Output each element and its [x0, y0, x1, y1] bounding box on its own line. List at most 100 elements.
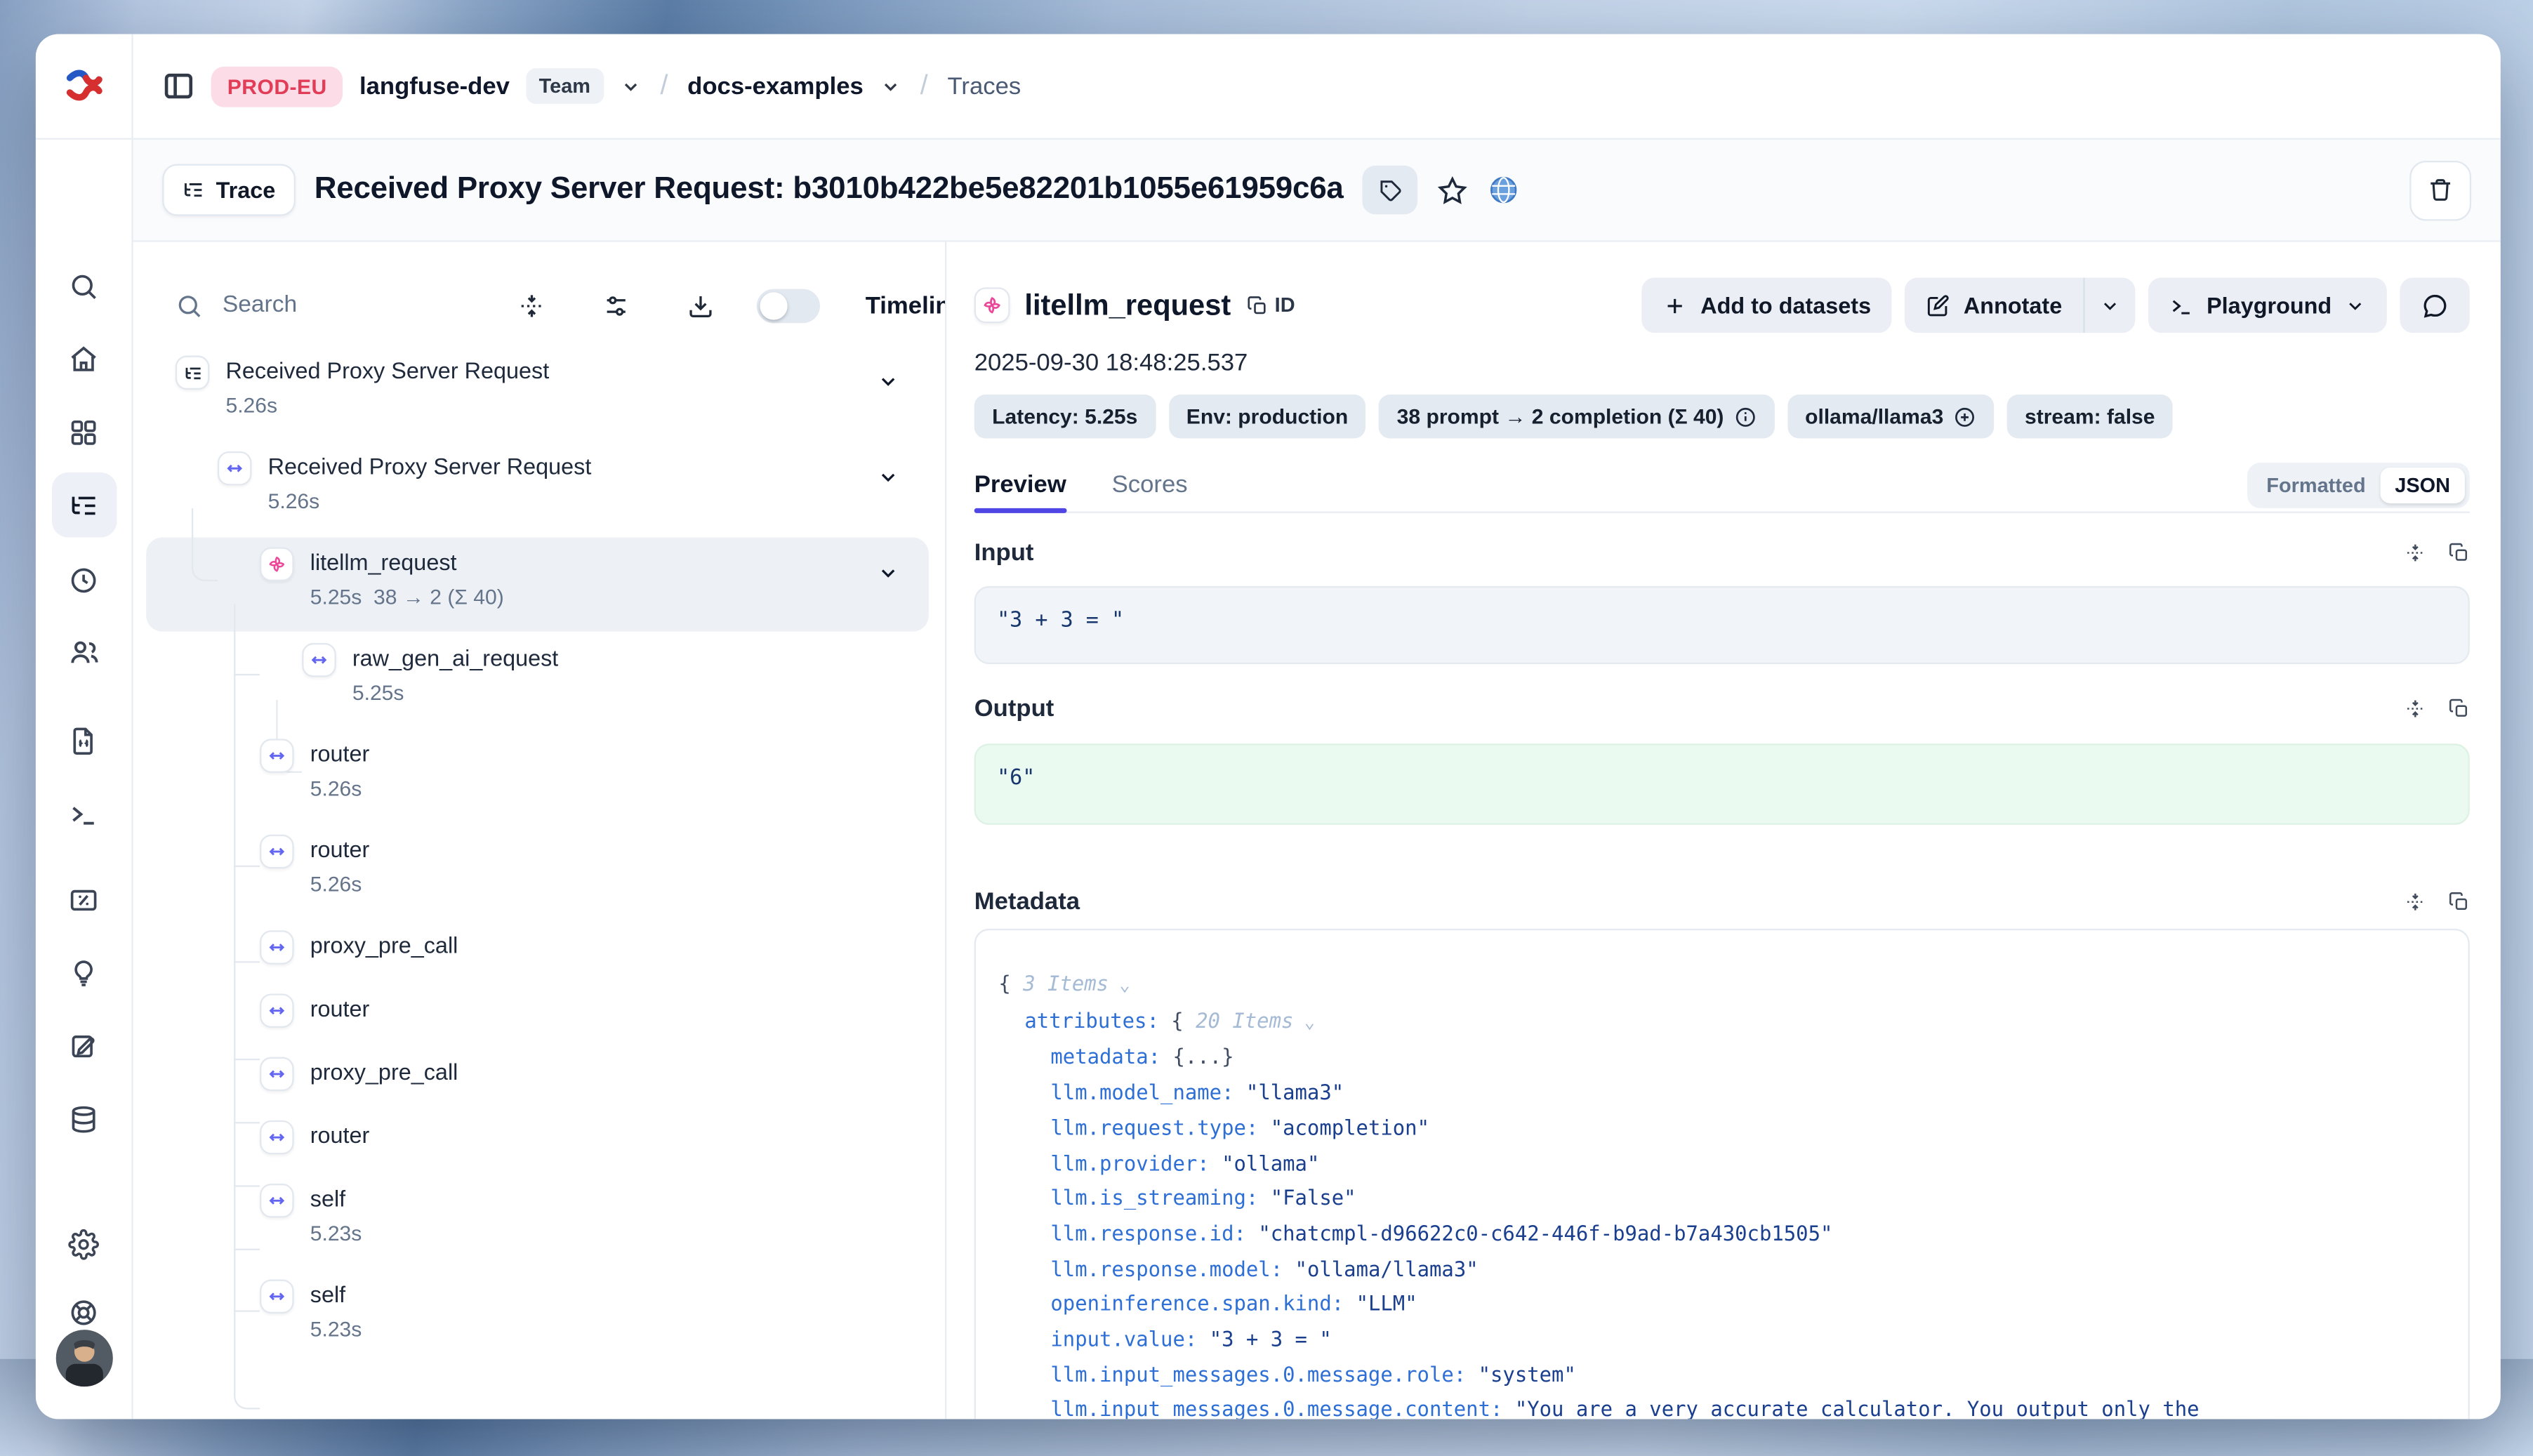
sidebar-item-evaluation[interactable] [51, 867, 117, 932]
collapse-section-icon[interactable] [2405, 697, 2426, 718]
breadcrumb-separator: / [917, 70, 931, 102]
bookmark-star-button[interactable] [1438, 175, 1469, 206]
terminal-icon [2169, 293, 2194, 317]
comments-button[interactable] [2400, 277, 2469, 333]
tree-row[interactable]: Received Proxy Server Request 5.26s [133, 450, 932, 536]
sidebar-item-prompts[interactable] [51, 708, 117, 773]
collapse-section-icon[interactable] [2405, 541, 2426, 562]
tree-row-label: raw_gen_ai_request [352, 644, 558, 670]
add-to-datasets-button[interactable]: Add to datasets [1642, 277, 1892, 333]
sidebar-item-settings[interactable] [51, 1211, 117, 1276]
sidebar-toggle-icon[interactable] [162, 70, 194, 102]
sidebar-item-search[interactable] [51, 253, 117, 319]
sidebar-item-tracing[interactable] [51, 472, 117, 538]
tab-preview[interactable]: Preview [974, 458, 1066, 511]
tree-connector [234, 674, 260, 675]
tree-connector [234, 604, 260, 1409]
tab-scores[interactable]: Scores [1112, 458, 1188, 511]
format-toggle-formatted[interactable]: Formatted [2251, 467, 2380, 503]
sidebar-item-suggestions[interactable] [51, 940, 117, 1005]
annotate-dropdown-button[interactable] [2085, 277, 2136, 333]
trace-chip-label: Trace [216, 177, 276, 203]
latency-badge: Latency: 5.25s [974, 395, 1156, 438]
json-line: llm.is_streaming: "False" [998, 1181, 2445, 1216]
playground-button[interactable]: Playground [2148, 277, 2387, 333]
tree-connector [192, 508, 218, 581]
sidebar-item-users[interactable] [51, 620, 117, 685]
span-node-icon [260, 835, 294, 869]
trace-type-chip[interactable]: Trace [162, 164, 295, 216]
sidebar-item-sessions[interactable] [51, 547, 117, 612]
download-icon[interactable] [673, 281, 728, 329]
tree-row[interactable]: Received Proxy Server Request 5.26s [133, 354, 932, 440]
tree-connector [234, 866, 260, 867]
observation-detail-panel: litellm_request ID Add to datasets [946, 242, 2500, 1419]
copy-section-icon[interactable] [2449, 697, 2470, 718]
output-label: Output [974, 694, 1054, 722]
copy-id-label: ID [1275, 294, 1295, 317]
tree-row-label: Received Proxy Server Request [268, 453, 592, 479]
sidebar-item-playground[interactable] [51, 781, 117, 846]
timeline-toggle-label: Timeline [866, 291, 947, 319]
tree-row-label: proxy_pre_call [310, 1059, 458, 1085]
tree-row-label: router [310, 741, 370, 767]
row-collapse-chevron-icon[interactable] [877, 562, 899, 584]
sidebar-item-home[interactable] [51, 326, 117, 392]
row-collapse-chevron-icon[interactable] [877, 466, 899, 489]
tree-row-duration: 5.26s [225, 393, 277, 418]
tree-row-duration: 5.23s [310, 1221, 362, 1245]
comment-bubble-icon [2421, 291, 2448, 319]
observation-timestamp: 2025-09-30 18:48:25.537 [974, 349, 1248, 376]
tree-connector [234, 1058, 260, 1059]
org-type-badge: Team [526, 68, 603, 104]
output-section-header: Output [974, 691, 2470, 724]
generation-node-icon [260, 547, 294, 581]
observation-badges: Latency: 5.25s Env: production 38 prompt… [974, 395, 2470, 438]
tree-row-label: self [310, 1185, 345, 1211]
copy-section-icon[interactable] [2449, 541, 2470, 562]
timeline-toggle[interactable] [757, 289, 820, 323]
list-tree-icon [182, 178, 204, 201]
span-node-icon [260, 1120, 294, 1155]
org-switcher-chevron-icon[interactable] [620, 76, 641, 97]
sidebar-item-datasets[interactable] [51, 1086, 117, 1151]
copy-id-button[interactable]: ID [1247, 294, 1295, 317]
row-collapse-chevron-icon[interactable] [877, 370, 899, 392]
copy-icon [1247, 295, 1268, 316]
json-line[interactable]: attributes: { 20 Items ⌄ [998, 1003, 2445, 1040]
detail-header: litellm_request ID Add to datasets [974, 276, 2470, 334]
tree-row-duration: 5.25s 38 → 2 (Σ 40) [310, 585, 504, 609]
collapse-section-icon[interactable] [2405, 891, 2426, 912]
format-toggle-json[interactable]: JSON [2380, 467, 2464, 503]
public-visibility-button[interactable] [1488, 173, 1520, 206]
tree-search[interactable] [176, 291, 451, 319]
tags-button[interactable] [1363, 166, 1418, 214]
tree-settings-icon[interactable] [588, 281, 643, 329]
span-node-icon [260, 993, 294, 1028]
globe-icon [1488, 173, 1520, 206]
project-name[interactable]: docs-examples [687, 72, 864, 100]
copy-section-icon[interactable] [2449, 891, 2470, 912]
plus-circle-icon[interactable] [1953, 405, 1976, 428]
model-badge[interactable]: ollama/llama3 [1787, 395, 1994, 438]
json-line[interactable]: { 3 Items ⌄ [998, 966, 2445, 1003]
delete-trace-button[interactable] [2409, 160, 2471, 220]
observation-tree: Received Proxy Server Request 5.26s Rece… [133, 354, 945, 1419]
sidebar-item-dashboards[interactable] [51, 399, 117, 465]
org-name[interactable]: langfuse-dev [359, 72, 510, 100]
project-switcher-chevron-icon[interactable] [880, 76, 901, 97]
collapse-all-icon[interactable] [503, 281, 559, 329]
info-icon[interactable] [1733, 405, 1756, 428]
json-line: llm.input_messages.0.message.content: "Y… [998, 1392, 2445, 1419]
json-line: input.value: "3 + 3 = " [998, 1322, 2445, 1357]
tree-search-input[interactable] [223, 292, 418, 318]
search-icon [176, 291, 203, 319]
annotate-button[interactable]: Annotate [1905, 277, 2084, 333]
chevron-down-icon [2099, 295, 2120, 316]
json-line: llm.provider: "ollama" [998, 1146, 2445, 1181]
sidebar-item-annotation-queues[interactable] [51, 1013, 117, 1078]
user-avatar[interactable] [55, 1330, 112, 1386]
app-logo[interactable] [36, 34, 133, 138]
json-line[interactable]: metadata: {...} [998, 1040, 2445, 1075]
breadcrumb-section[interactable]: Traces [947, 72, 1021, 100]
